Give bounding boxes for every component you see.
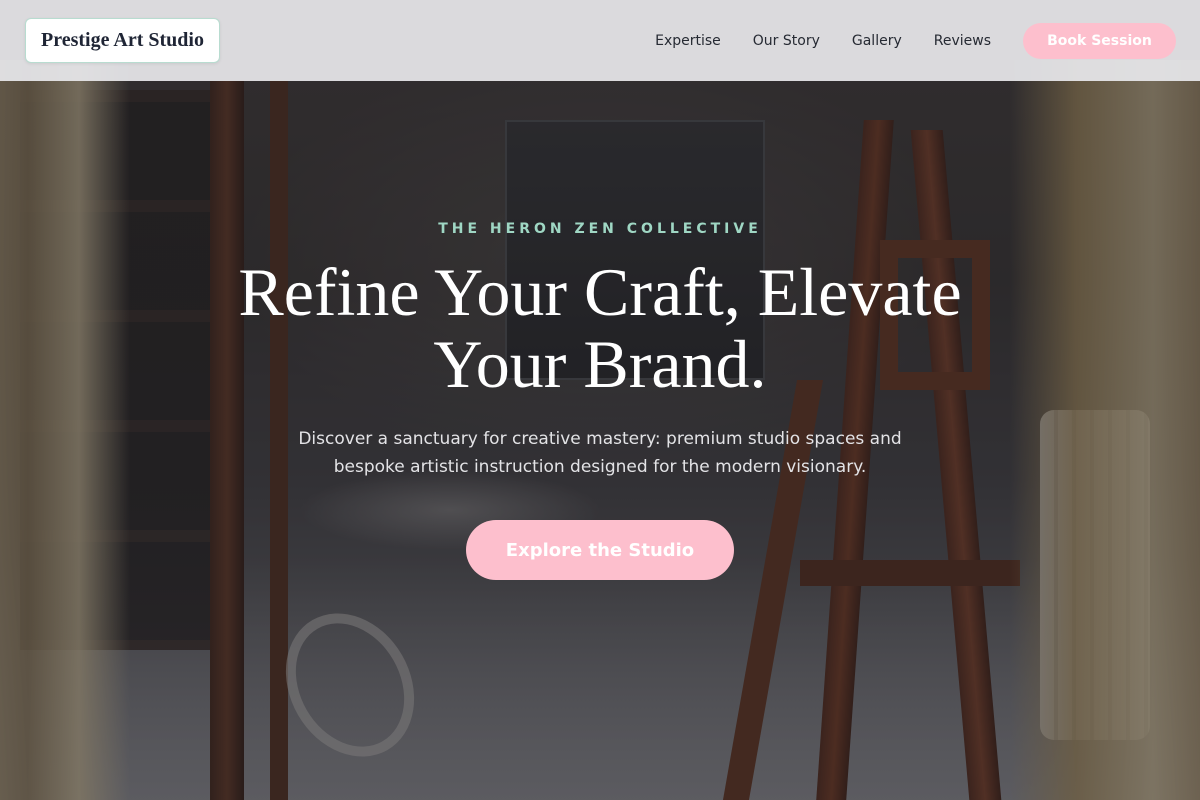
hero-eyebrow: THE HERON ZEN COLLECTIVE [438,221,762,237]
hero-subtext: Discover a sanctuary for creative master… [298,429,902,477]
explore-studio-button[interactable]: Explore the Studio [466,520,734,580]
hero-headline: Refine Your Craft, Elevate Your Brand. [238,254,962,402]
hero-section: THE HERON ZEN COLLECTIVE Refine Your Cra… [0,0,1200,800]
